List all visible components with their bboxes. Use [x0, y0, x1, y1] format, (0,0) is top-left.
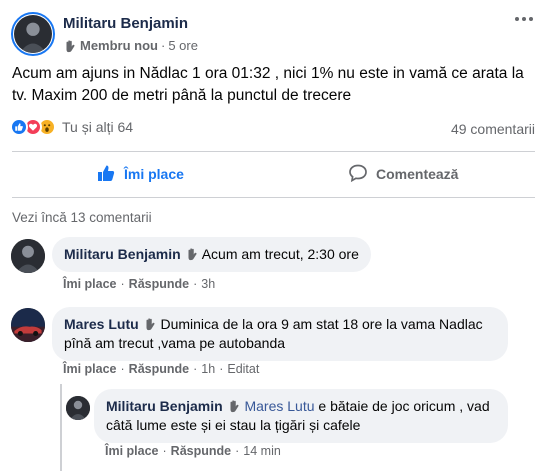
comment-actions: Îmi place · Răspunde · 3h [63, 277, 216, 291]
comment-actions: Îmi place · Răspunde · 1h · Editat [63, 362, 260, 376]
comment-like-link[interactable]: Îmi place [63, 277, 117, 291]
member-badge[interactable]: Membru nou [80, 38, 158, 53]
comment-reply-link[interactable]: Răspunde [129, 277, 189, 291]
mention-link[interactable]: Mares Lutu [244, 398, 314, 414]
comment-like-link[interactable]: Îmi place [63, 362, 117, 376]
comment-bubble: Mares Lutu Duminica de la ora 9 am stat … [52, 307, 508, 361]
comment-author[interactable]: Militaru Benjamin [106, 398, 223, 414]
comment-author[interactable]: Militaru Benjamin [64, 246, 181, 262]
post-author-name[interactable]: Militaru Benjamin [63, 15, 188, 32]
meta-separator: · [161, 38, 166, 53]
post-meta: Membru nou · 5 ore [63, 38, 198, 53]
comment-time[interactable]: 3h [201, 277, 215, 291]
comment-author[interactable]: Mares Lutu [64, 316, 139, 332]
new-member-wave-icon [143, 317, 157, 331]
new-member-wave-icon [185, 247, 199, 261]
comment-text: Acum am trecut, 2:30 ore [201, 246, 359, 262]
comment-bubble-icon [348, 163, 368, 186]
new-member-wave-icon [63, 39, 77, 53]
post-body: Acum am ajuns in Nădlac 1 ora 01:32 , ni… [12, 65, 524, 104]
author-avatar[interactable] [11, 12, 55, 56]
reply-thread-line [60, 384, 62, 471]
like-button-label: Îmi place [124, 166, 184, 182]
reply-bubble: Militaru Benjamin Mares Lutu e bătaie de… [94, 389, 508, 443]
commenter-avatar[interactable] [11, 308, 45, 342]
post-time[interactable]: 5 ore [168, 38, 198, 53]
more-options-icon[interactable] [513, 12, 535, 26]
like-button[interactable]: Îmi place [96, 157, 184, 191]
comment-edited-label[interactable]: Editat [227, 362, 259, 376]
reactions-summary[interactable]: Tu și alți 64 [10, 118, 133, 136]
thumbs-up-icon [96, 163, 116, 186]
comment-button-label: Comentează [376, 166, 459, 182]
comment-like-link[interactable]: Îmi place [105, 444, 159, 458]
comment-actions: Îmi place · Răspunde · 14 min [105, 444, 281, 458]
new-member-wave-icon [227, 399, 241, 413]
comment-time[interactable]: 1h [201, 362, 215, 376]
comment-reply-link[interactable]: Răspunde [129, 362, 189, 376]
comment-reply-link[interactable]: Răspunde [171, 444, 231, 458]
like-reaction-icon [10, 118, 28, 136]
divider [12, 197, 535, 198]
reactions-text: Tu și alți 64 [62, 119, 134, 135]
comment-time[interactable]: 14 min [243, 444, 281, 458]
comments-count[interactable]: 49 comentarii [451, 121, 535, 137]
commenter-avatar[interactable] [11, 239, 45, 273]
divider [12, 151, 535, 152]
view-more-comments-link[interactable]: Vezi încă 13 comentarii [12, 210, 152, 225]
comment-bubble: Militaru Benjamin Acum am trecut, 2:30 o… [52, 237, 371, 272]
commenter-avatar[interactable] [66, 396, 90, 420]
comment-button[interactable]: Comentează [348, 157, 458, 191]
